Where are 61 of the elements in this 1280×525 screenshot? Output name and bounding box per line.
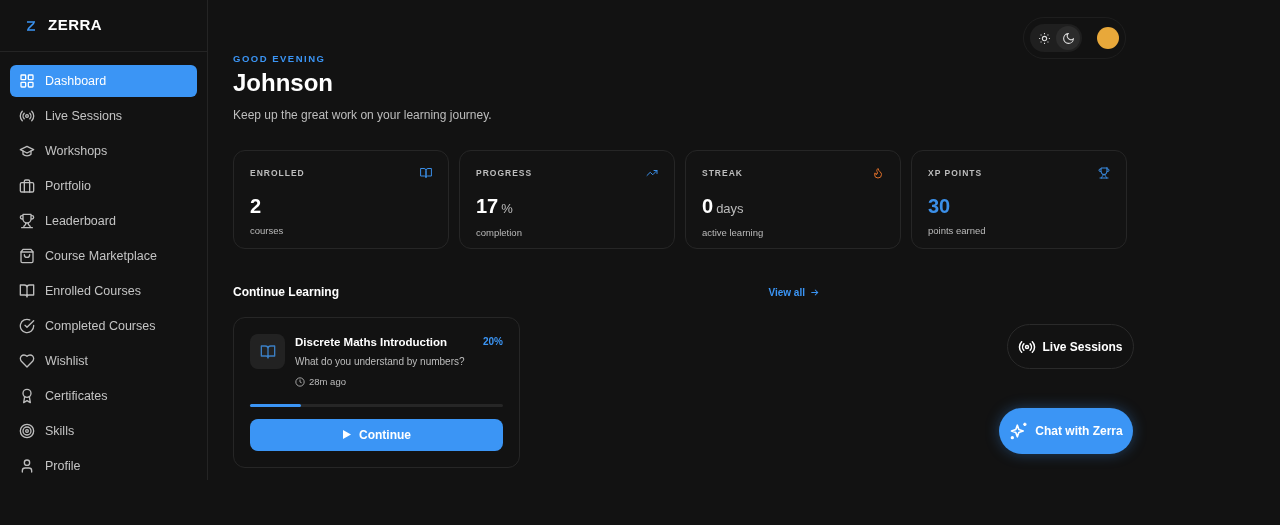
stat-caption: completion <box>476 226 523 241</box>
stat-caption: points earned <box>928 223 987 238</box>
live-sessions-button[interactable]: Live Sessions <box>1007 324 1134 369</box>
heart-icon <box>19 353 35 369</box>
sun-icon <box>1037 31 1051 45</box>
open-book-icon <box>259 343 276 360</box>
briefcase-icon <box>19 178 35 194</box>
sidebar-item[interactable]: Portfolio <box>10 170 197 202</box>
grid-icon <box>19 73 35 89</box>
stat-label: ENROLLED <box>250 167 305 180</box>
sidebar-item[interactable]: Live Sessions <box>10 100 197 132</box>
graduation-cap-icon <box>19 143 35 159</box>
stat-label: XP POINTS <box>928 167 983 180</box>
sidebar-item[interactable]: Leaderboard <box>10 205 197 237</box>
sidebar-item[interactable]: Wishlist <box>10 345 197 377</box>
open-book-icon <box>420 167 432 180</box>
avatar[interactable] <box>1097 27 1119 49</box>
flame-icon <box>872 167 884 180</box>
lesson-title: What do you understand by numbers? <box>295 355 466 370</box>
last-accessed-time: 28m ago <box>309 375 346 390</box>
sidebar-item[interactable]: Course Marketplace <box>10 240 197 272</box>
user-icon <box>19 458 35 474</box>
greeting-text: GOOD EVENING <box>233 52 327 66</box>
stat-label: STREAK <box>702 167 743 180</box>
clock-icon <box>295 377 305 388</box>
broadcast-icon <box>19 108 35 124</box>
trophy-icon <box>19 213 35 229</box>
section-title: Continue Learning <box>233 284 339 302</box>
sidebar-item[interactable]: Profile <box>10 450 197 482</box>
stat-value: 17 <box>476 195 499 216</box>
stat-caption: courses <box>250 223 285 238</box>
dark-mode-button[interactable] <box>1056 26 1080 50</box>
stat-unit: % <box>501 199 513 218</box>
sidebar-item[interactable]: Skills <box>10 415 197 447</box>
user-name: Johnson <box>233 69 334 99</box>
play-icon <box>342 429 352 441</box>
view-all-link[interactable]: View all <box>768 284 820 300</box>
progress-percent: 20% <box>483 335 503 350</box>
stat-value: 30 <box>928 195 951 216</box>
stat-value: 2 <box>250 195 262 216</box>
course-title: Discrete Maths Introduction <box>295 335 449 351</box>
stat-value: 0 <box>702 195 714 216</box>
sparkle-icon <box>1009 421 1030 441</box>
sidebar-item[interactable]: Completed Courses <box>10 310 197 342</box>
arrow-right-icon <box>809 286 820 298</box>
subtitle-text: Keep up the great work on your learning journey. <box>233 107 493 125</box>
moon-icon <box>1061 31 1075 45</box>
shopping-bag-icon <box>19 248 35 264</box>
open-book-icon <box>19 283 35 299</box>
stat-caption: active learning <box>702 226 765 241</box>
check-circle-icon <box>19 318 35 334</box>
stat-label: PROGRESS <box>476 167 533 180</box>
award-ribbon-icon <box>19 388 35 404</box>
sidebar-item[interactable]: Enrolled Courses <box>10 275 197 307</box>
brand-name: ZERRA <box>48 15 103 36</box>
sidebar-item[interactable]: Certificates <box>10 380 197 412</box>
stat-unit: days <box>716 199 744 218</box>
logo-icon <box>26 20 36 31</box>
target-icon <box>19 423 35 439</box>
sidebar-item[interactable]: Workshops <box>10 135 197 167</box>
trophy-icon <box>1098 167 1110 180</box>
